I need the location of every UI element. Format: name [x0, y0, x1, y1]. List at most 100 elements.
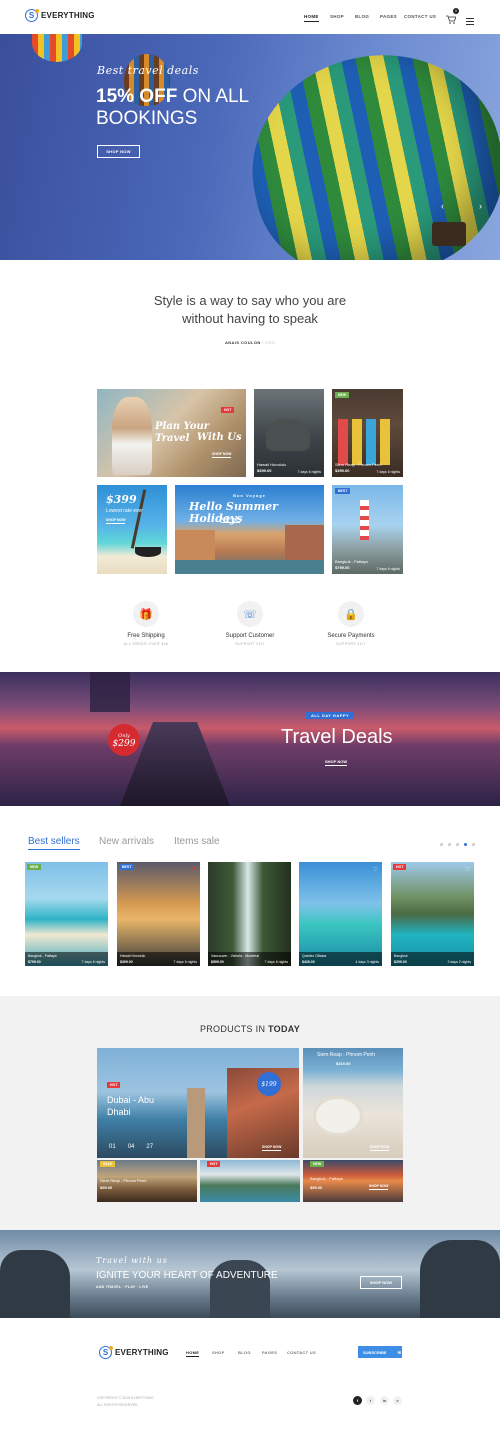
footer-nav-home[interactable]: HOME — [186, 1350, 200, 1357]
today-bottom-deal-1[interactable]: SALE Siem Reap - Phnom Penh $99.00 — [97, 1160, 197, 1202]
paddle-blue — [366, 419, 376, 465]
heart-icon[interactable]: ♡ — [373, 866, 378, 873]
footer-nav-pages[interactable]: PAGES — [262, 1350, 277, 1355]
card-days: 4 days 3 nights — [355, 960, 379, 964]
cart-button[interactable]: 0 — [446, 8, 459, 24]
hero-shop-now-button[interactable]: SHOP NOW — [97, 145, 140, 158]
elephant-shape — [266, 419, 310, 451]
card-place: Bangkok — [394, 954, 408, 958]
product-card[interactable]: Vancouver - Victoria - Montreal $599.00 7 … — [208, 862, 291, 966]
today-main-shop-link[interactable]: SHOP NOW — [262, 1145, 282, 1151]
logo-text: EVERYTHING — [115, 1348, 169, 1357]
product-card[interactable]: BEST ♥ Hawaii Honolulu $399.00 7 days 6 ni… — [117, 862, 200, 966]
adventure-script: Travel with us — [96, 1256, 168, 1265]
feature-sub: SUPPORT 24/7 — [235, 642, 265, 646]
card-caption: Quebec Ottawa $426.00 4 days 3 nights — [299, 952, 382, 966]
nav-blog[interactable]: BLOG — [355, 14, 369, 19]
today-b1-price: $99.00 — [100, 1185, 113, 1190]
tile-plan-travel[interactable]: HOT Plan Your Travel With Us SHOP NOW — [97, 389, 246, 477]
heart-icon[interactable]: ♥ — [192, 866, 196, 872]
countdown-timer: 01 04 27 — [109, 1144, 153, 1150]
menu-button[interactable] — [466, 12, 474, 25]
tile-siem-reap[interactable]: NEW Siem Reap - Phnom Penh $399.00 7 days… — [332, 389, 403, 477]
balloon-image-small — [32, 34, 82, 62]
card-place: Quebec Ottawa — [302, 954, 327, 958]
rock-center — [210, 1260, 270, 1318]
today-bottom-deal-3[interactable]: NEW Bangkok - Pattaya $99.00 SHOP NOW — [303, 1160, 403, 1202]
feature-title: Support Customer — [225, 633, 275, 639]
badge-hot: HOT — [393, 864, 407, 870]
tile-lowest-rate[interactable]: $399 Lowest rate ever SHOP NOW — [97, 485, 167, 574]
badge-hot: HOT — [221, 407, 235, 413]
product-card[interactable]: HOT ♡ Bangkok $299.00 3 days 2 nights — [391, 862, 474, 966]
carousel-dot-active[interactable] — [464, 843, 467, 846]
footer-nav-blog[interactable]: BLOG — [238, 1350, 251, 1355]
footer-nav-contact[interactable]: CONTACT US — [287, 1350, 316, 1355]
footer-nav-shop[interactable]: SHOP — [212, 1350, 225, 1355]
building-left — [175, 530, 215, 560]
tile-summer-shop-link[interactable]: SHOP NOW — [221, 517, 241, 523]
today-bottom-deal-2[interactable]: HOT — [200, 1160, 300, 1202]
today-tr-shop-link[interactable]: SHOP NOW — [370, 1145, 390, 1151]
carousel-dot[interactable] — [472, 843, 475, 846]
feature-support: ☏ Support Customer SUPPORT 24/7 — [195, 601, 305, 646]
tile-rate-shop-link[interactable]: SHOP NOW — [106, 518, 126, 524]
tab-best-sellers[interactable]: Best sellers — [28, 836, 80, 850]
feature-sub: SUPPORT 24/7 — [336, 642, 366, 646]
linkedin-icon[interactable]: in — [380, 1396, 389, 1405]
adventure-title: IGNITE YOUR HEART OF ADVENTURE — [96, 1270, 278, 1281]
tile-plan-shop-link[interactable]: SHOP NOW — [212, 452, 232, 458]
site-logo[interactable]: S EVERYTHING — [25, 9, 95, 22]
quote-author-name: ANAIS COULON — [224, 340, 261, 345]
nav-shop[interactable]: SHOP — [330, 14, 344, 19]
copyright-line-1: COPYRIGHT © 2018 EVERYTHING — [97, 1396, 154, 1400]
facebook-icon[interactable]: f — [353, 1396, 362, 1405]
carousel-dot[interactable] — [448, 843, 451, 846]
mail-icon: ✉ — [397, 1349, 401, 1355]
deals-shop-now-link[interactable]: SHOP NOW — [325, 759, 348, 766]
tile-bangkok[interactable]: BEST Bangkok - Pattaya $799.00 7 days 6 n… — [332, 485, 403, 574]
nav-pages[interactable]: PAGES — [380, 14, 397, 19]
countdown-days: 01 — [109, 1144, 116, 1150]
tile-hawaii[interactable]: Hawaii Honolulu $399.00 7 days 6 nights — [254, 389, 324, 477]
carousel-dot[interactable] — [456, 843, 459, 846]
today-b3-shop-link[interactable]: SHOP NOW — [369, 1184, 389, 1190]
logo-text: EVERYTHING — [41, 11, 95, 20]
hero-next-arrow-icon[interactable]: › — [479, 201, 482, 211]
card-days: 7 days 6 nights — [173, 960, 197, 964]
twitter-icon[interactable]: t — [366, 1396, 375, 1405]
card-days: 7 days 6 nights — [81, 960, 105, 964]
heart-icon[interactable]: ♡ — [465, 866, 470, 873]
tile-summer-holidays[interactable]: Bon Voyage Hello Summer Holidays SHOP NO… — [175, 485, 324, 574]
footer-logo[interactable]: S EVERYTHING — [99, 1346, 169, 1359]
tab-items-sale[interactable]: Items sale — [174, 836, 220, 847]
badge-new: NEW — [27, 864, 42, 870]
traveler-figure — [112, 397, 152, 475]
tile-plan-title-2: With Us — [197, 432, 242, 443]
card-price: $599.00 — [211, 960, 224, 964]
subscribe-label: SUBSCRIBE — [363, 1349, 387, 1355]
adventure-shop-now-button[interactable]: SHOP NOW — [360, 1276, 402, 1289]
building-right — [285, 525, 324, 561]
card-price: $426.00 — [302, 960, 315, 964]
quote-author: ANAIS COULON / CEO — [0, 340, 500, 345]
product-card[interactable]: ♡ Quebec Ottawa $426.00 4 days 3 nights — [299, 862, 382, 966]
stilt-hut — [90, 672, 130, 712]
hero-prev-arrow-icon[interactable]: ‹ — [441, 201, 444, 211]
tab-new-arrivals[interactable]: New arrivals — [99, 836, 154, 847]
nav-contact[interactable]: CONTACT US — [404, 14, 436, 19]
countdown-minutes: 27 — [146, 1144, 154, 1150]
today-b3-price: $99.00 — [310, 1185, 323, 1190]
today-top-right-deal[interactable]: Siem Reap - Phnom Penh $219.00 SHOP NOW — [303, 1048, 403, 1158]
today-main-deal[interactable]: HOT Dubai - Abu Dhabi $199 01 04 27 SHOP… — [97, 1048, 299, 1158]
card-days: 3 days 2 nights — [447, 960, 471, 964]
nav-home[interactable]: HOME — [304, 14, 319, 22]
deals-price: $299 — [112, 739, 136, 749]
subscribe-button[interactable]: SUBSCRIBE ✉ — [358, 1346, 402, 1358]
card-price: $299.00 — [394, 960, 407, 964]
card-price: $399.00 — [120, 960, 133, 964]
vimeo-icon[interactable]: v — [393, 1396, 402, 1405]
paddle-yellow — [352, 419, 362, 465]
product-card[interactable]: NEW Bangkok - Pattaya $799.00 7 days 6 nig… — [25, 862, 108, 966]
carousel-dot[interactable] — [440, 843, 443, 846]
